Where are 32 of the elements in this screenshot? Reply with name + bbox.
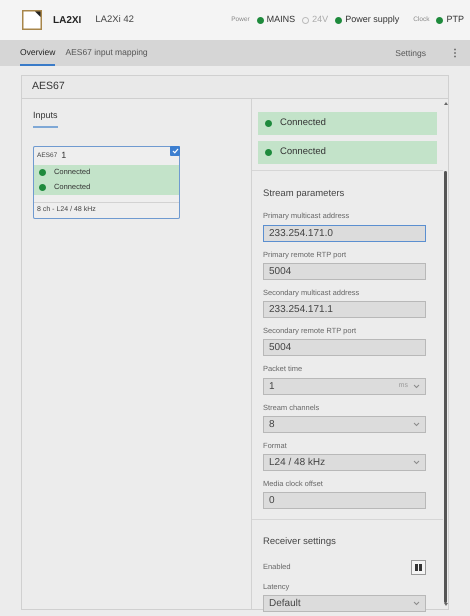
status-text: Connected [280,116,326,130]
chevron-down-icon [413,600,420,606]
logo-icon [22,10,42,30]
status-text: Connected [280,145,326,160]
checkbox-checked-icon [170,146,180,156]
dropdown[interactable]: L24 / 48 kHz [263,454,426,471]
input-field[interactable]: 233.254.171.1 [263,301,426,318]
dropdown[interactable]: 8 [263,416,426,433]
section-title: Stream parameters [263,187,346,201]
tab[interactable]: Overview [20,40,56,66]
input-field[interactable]: 0 [263,492,426,510]
input-field[interactable]: 5004 [263,339,426,356]
enabled-toggle[interactable] [411,560,426,574]
subtab[interactable]: Inputs [33,109,58,128]
chevron-down-icon [413,384,420,388]
input-field[interactable]: 233.254.171.0 [263,224,426,242]
brand-name: LA2XI [53,14,82,28]
clock-status: PTP [446,13,464,26]
input-number: 1 [61,150,66,160]
panel-title: AES67 [32,79,65,94]
tab[interactable]: AES67 input mapping [65,40,148,66]
dropdown[interactable]: Default [263,594,426,612]
power-status: 24V [312,13,328,26]
device-name: LA2Xi 42 [95,12,134,27]
power-status: Power supply [345,13,400,26]
chevron-down-icon [413,460,420,465]
power-status: MAINS [266,13,296,26]
settings-link[interactable]: Settings [395,40,426,66]
chevron-down-icon [413,422,420,427]
section-title: Receiver settings [263,535,337,550]
input-field[interactable]: 5004 [263,262,426,280]
more-menu-button[interactable]: ⋮ [450,40,460,66]
